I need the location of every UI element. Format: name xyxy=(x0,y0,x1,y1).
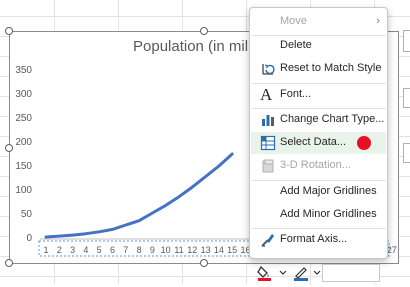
menu-item-label: Font... xyxy=(280,88,312,100)
menu-item-label: Select Data... xyxy=(280,136,347,148)
menu-item-label: Delete xyxy=(280,39,312,51)
reset-style-icon xyxy=(260,61,276,77)
fill-color-button[interactable] xyxy=(256,264,292,282)
menu-item-reset-to-match-style[interactable]: Reset to Match Style xyxy=(251,58,386,80)
menu-item-font[interactable]: A Font... xyxy=(251,84,386,106)
format-axis-icon xyxy=(260,232,276,248)
chevron-right-icon: › xyxy=(376,15,380,27)
menu-item-add-minor-gridlines[interactable]: Add Minor Gridlines xyxy=(251,204,386,226)
menu-item-label: Add Minor Gridlines xyxy=(280,208,377,220)
menu-item-format-axis[interactable]: Format Axis... xyxy=(251,229,386,251)
chart-resize-handle-ml[interactable] xyxy=(5,144,13,152)
chart-elements-dropdown[interactable] xyxy=(322,264,380,282)
select-data-icon xyxy=(260,135,276,151)
rotation-3d-icon xyxy=(260,158,276,174)
menu-item-select-data[interactable]: Select Data... xyxy=(251,132,386,154)
context-menu: Move › Delete Reset to Match Style A Fon… xyxy=(249,7,388,259)
chart-resize-handle-tl[interactable] xyxy=(5,27,13,35)
menu-item-delete[interactable]: Delete xyxy=(251,35,386,57)
chart-type-icon xyxy=(260,112,276,128)
menu-item-label: Move xyxy=(280,15,307,27)
click-indicator-dot xyxy=(357,136,371,150)
menu-item-label: 3-D Rotation... xyxy=(280,159,351,171)
menu-item-label: Change Chart Type... xyxy=(280,113,385,125)
chart-resize-handle-bl[interactable] xyxy=(5,259,13,267)
population-series-line xyxy=(44,152,234,239)
menu-item-3d-rotation: 3-D Rotation... xyxy=(251,155,386,177)
menu-item-change-chart-type[interactable]: Change Chart Type... xyxy=(251,109,386,131)
menu-item-move[interactable]: Move › xyxy=(251,11,386,33)
menu-item-add-major-gridlines[interactable]: Add Major Gridlines xyxy=(251,181,386,203)
chart-resize-handle-bm[interactable] xyxy=(200,259,208,267)
menu-item-label: Format Axis... xyxy=(280,233,348,245)
font-icon: A xyxy=(260,85,273,104)
menu-item-label: Reset to Match Style xyxy=(280,62,382,74)
menu-item-label: Add Major Gridlines xyxy=(280,185,377,197)
mini-toolbar xyxy=(256,262,380,285)
chart-resize-handle-tm[interactable] xyxy=(200,27,208,35)
